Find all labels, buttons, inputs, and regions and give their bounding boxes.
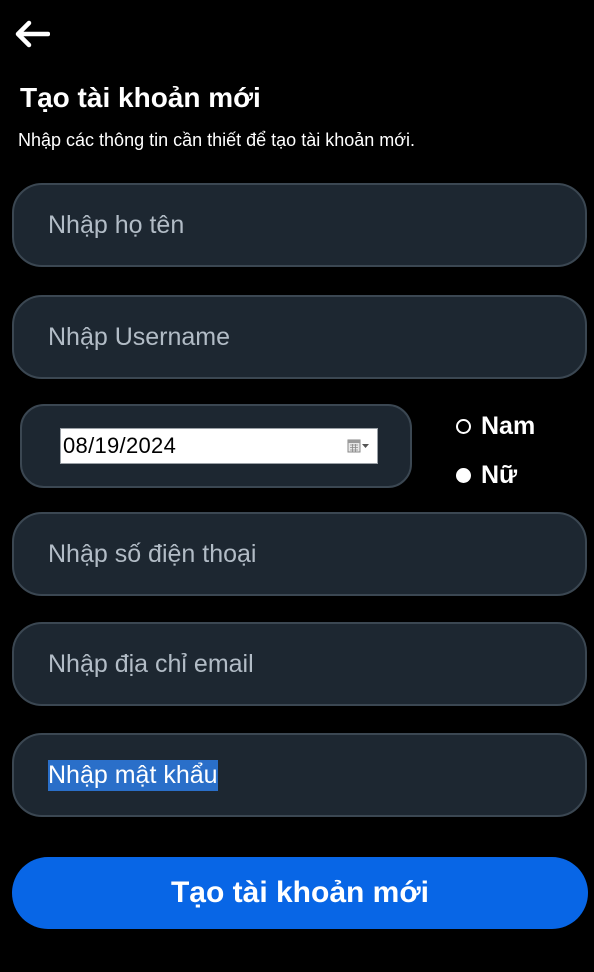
calendar-dropdown-button[interactable] [347,438,371,454]
create-account-label: Tạo tài khoản mới [170,876,430,909]
birthdate-value: 08/19/2024 [63,433,177,458]
fullname-field[interactable] [12,183,587,267]
back-button[interactable] [10,16,54,52]
create-account-screen: Tạo tài khoản mới Nhập các thông tin cần… [0,0,594,972]
create-account-button[interactable]: Tạo tài khoản mới [12,857,588,929]
calendar-dropdown-icon [347,439,369,453]
username-field[interactable] [12,295,587,379]
gender-label-nu: Nữ [481,461,518,489]
gender-option-nam[interactable]: Nam [456,412,535,441]
password-field[interactable]: Nhập mật khẩu [12,733,587,817]
username-input[interactable] [48,322,585,352]
birthdate-field: 08/19/2024 [20,404,412,488]
radio-nam[interactable] [456,419,471,434]
email-field[interactable] [12,622,587,706]
arrow-left-icon [15,20,50,48]
gender-option-nu[interactable]: Nữ [456,461,517,490]
radio-nu[interactable] [456,468,471,483]
page-subtitle: Nhập các thông tin cần thiết để tạo tài … [18,130,416,150]
fullname-input[interactable] [48,210,585,240]
phone-field[interactable] [12,512,587,596]
gender-label-nam: Nam [481,412,536,440]
phone-input[interactable] [48,539,585,569]
page-title: Tạo tài khoản mới [20,82,261,113]
email-input[interactable] [48,649,585,679]
password-input[interactable]: Nhập mật khẩu [48,759,218,791]
birthdate-input[interactable]: 08/19/2024 [60,428,378,464]
